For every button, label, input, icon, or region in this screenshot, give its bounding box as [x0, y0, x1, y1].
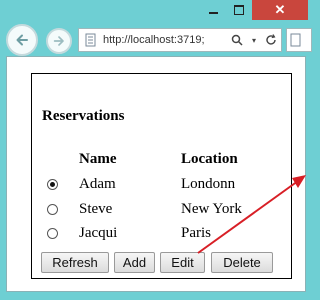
add-button[interactable]: Add	[114, 252, 155, 273]
row-name: Jacqui	[79, 225, 118, 241]
row-radio[interactable]	[47, 228, 58, 239]
back-button[interactable]	[6, 24, 38, 56]
dropdown-icon[interactable]: ▾	[247, 33, 261, 47]
row-location: New York	[181, 201, 242, 217]
refresh-button[interactable]: Refresh	[41, 252, 109, 273]
table-row[interactable]: Jacqui Paris	[32, 224, 291, 244]
row-location: Londonn	[181, 176, 236, 192]
search-icon[interactable]	[230, 33, 244, 47]
column-header-location: Location	[181, 151, 238, 167]
minimize-icon	[208, 12, 218, 14]
column-header-name: Name	[79, 151, 117, 167]
refresh-icon[interactable]	[264, 33, 278, 47]
reservations-panel: Reservations Name Location Adam Londonn …	[31, 73, 292, 279]
table-row[interactable]: Steve New York	[32, 200, 291, 220]
maximize-button[interactable]	[226, 0, 252, 20]
row-location: Paris	[181, 225, 211, 241]
page-title: Reservations	[42, 108, 125, 124]
delete-button[interactable]: Delete	[211, 252, 273, 273]
url-text[interactable]: http://localhost:3719;	[103, 34, 227, 46]
address-bar[interactable]: http://localhost:3719; ▾	[78, 28, 282, 52]
row-radio[interactable]	[47, 179, 58, 190]
table-row[interactable]: Adam Londonn	[32, 175, 291, 195]
page-icon	[290, 33, 301, 47]
maximize-icon	[234, 5, 244, 15]
forward-arrow-icon	[53, 36, 64, 46]
browser-tab[interactable]	[286, 28, 312, 52]
minimize-button[interactable]	[200, 0, 226, 20]
page-icon	[85, 33, 96, 47]
window-close-button[interactable]: ✕	[252, 0, 308, 20]
close-icon: ✕	[274, 2, 286, 17]
row-name: Adam	[79, 176, 116, 192]
page-viewport: Reservations Name Location Adam Londonn …	[6, 56, 306, 292]
row-radio[interactable]	[47, 204, 58, 215]
row-name: Steve	[79, 201, 113, 217]
forward-button[interactable]	[46, 28, 72, 54]
back-arrow-icon	[16, 34, 28, 46]
edit-button[interactable]: Edit	[160, 252, 205, 273]
